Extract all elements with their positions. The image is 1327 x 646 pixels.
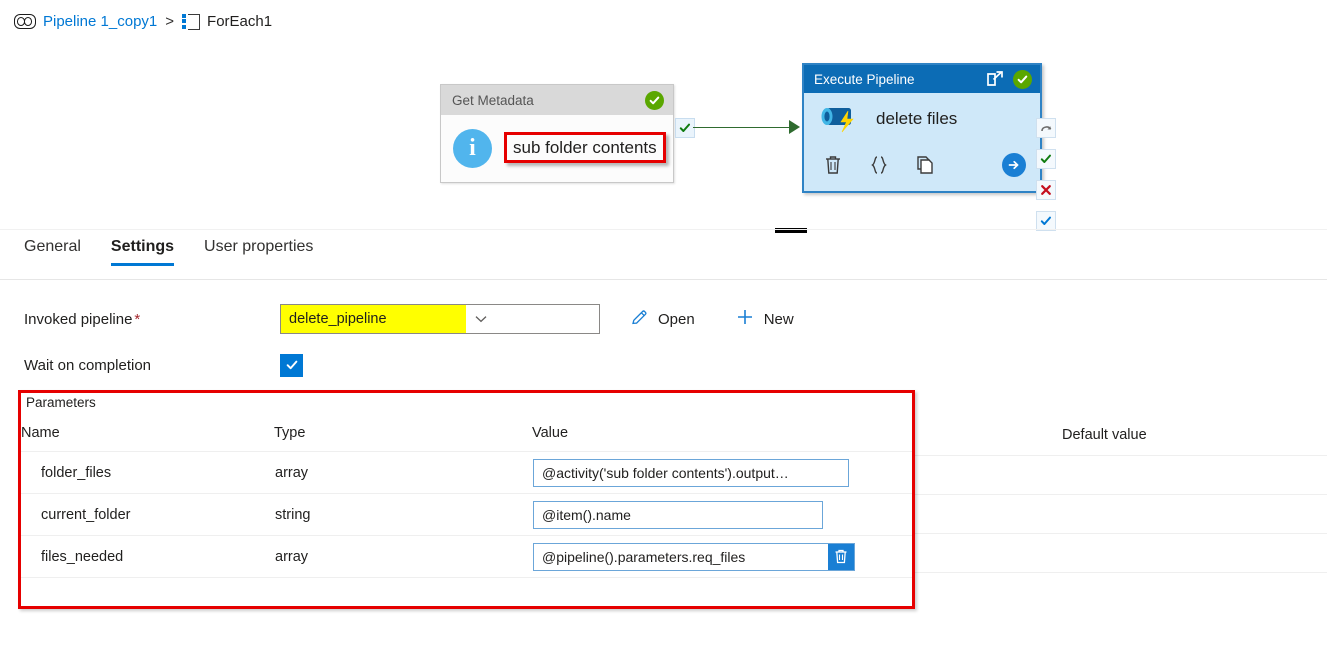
delete-parameter-button[interactable] (828, 543, 854, 570)
parameter-value-text: @activity('sub folder contents').output… (542, 464, 789, 481)
activity-card-get-metadata[interactable]: Get Metadata i sub folder contents (440, 84, 674, 183)
braces-icon[interactable] (869, 154, 889, 176)
parameter-name: current_folder (21, 493, 274, 536)
invoked-pipeline-label-text: Invoked pipeline (24, 310, 133, 328)
info-icon: i (453, 128, 492, 168)
parameter-value-input[interactable]: @activity('sub folder contents').output… (533, 458, 849, 487)
parameter-value-cell: @activity('sub folder contents').output… (532, 451, 912, 494)
canvas-divider (0, 229, 1327, 230)
trash-icon[interactable] (823, 154, 843, 176)
empty-cell-name (21, 578, 274, 624)
pipeline-canvas[interactable]: Get Metadata i sub folder contents Execu… (0, 46, 1327, 233)
parameter-type[interactable]: string (274, 493, 532, 536)
arrow-head-icon (789, 120, 800, 134)
open-in-new-icon[interactable] (985, 69, 1005, 89)
get-metadata-success-handle[interactable] (675, 118, 695, 138)
plus-icon (735, 307, 755, 331)
parameter-type[interactable]: array (274, 451, 532, 494)
parameters-caption: Parameters (26, 395, 96, 410)
get-metadata-body: i sub folder contents (441, 115, 673, 181)
parameter-value-text: @item().name (542, 506, 631, 523)
column-header-default-value: Default value (1062, 427, 1147, 443)
execute-pipeline-icon (818, 102, 862, 136)
parameter-value-input[interactable]: @item().name (533, 500, 823, 529)
column-header-name: Name (21, 417, 274, 452)
parameters-section: Parameters Name Type Value folder_files … (21, 393, 912, 606)
execute-pipeline-activity-name[interactable]: delete files (876, 109, 957, 129)
azure-data-factory-pipeline-editor: Pipeline 1_copy1 > ForEach1 Get Metadata… (0, 0, 1327, 646)
default-column-divider (915, 455, 1327, 456)
invoked-pipeline-value[interactable]: delete_pipeline (281, 305, 466, 333)
wait-on-completion-label: Wait on completion (24, 356, 152, 374)
parameters-header-row: Name Type Value (21, 417, 912, 452)
properties-tabs: General Settings User properties (0, 238, 1327, 280)
new-pipeline-button[interactable]: New (735, 307, 794, 331)
wait-on-completion-checkbox[interactable] (280, 353, 303, 377)
get-metadata-name-highlight: sub folder contents (504, 132, 666, 163)
activity-card-execute-pipeline[interactable]: Execute Pipeline delete files (802, 63, 1042, 193)
breadcrumb: Pipeline 1_copy1 > ForEach1 (14, 13, 272, 30)
parameter-type[interactable]: array (274, 535, 532, 578)
failure-handle[interactable] (1036, 180, 1056, 200)
chevron-down-icon[interactable] (466, 315, 496, 323)
execute-pipeline-footer (804, 145, 1040, 185)
invoked-pipeline-label: Invoked pipeline * (0, 311, 280, 328)
completion-handle[interactable] (1036, 211, 1056, 231)
empty-cell-type (274, 578, 532, 624)
connector-line[interactable] (693, 126, 793, 129)
required-marker: * (134, 310, 141, 328)
copy-icon[interactable] (915, 154, 935, 176)
parameter-name: folder_files (21, 451, 274, 494)
parameter-value-input[interactable]: @pipeline().parameters.req_files (533, 542, 855, 571)
wait-on-completion-row: Wait on completion (0, 342, 1327, 388)
parameter-value-text: @pipeline().parameters.req_files (542, 548, 746, 565)
table-row: current_folder string @item().name (21, 493, 912, 536)
get-metadata-header: Get Metadata (441, 85, 673, 115)
table-row-empty (21, 578, 912, 624)
breadcrumb-pipeline-link[interactable]: Pipeline 1_copy1 (43, 13, 157, 30)
success-handle[interactable] (1036, 149, 1056, 169)
invoked-pipeline-row: Invoked pipeline* delete_pipeline Open (0, 296, 1327, 342)
green-check-icon (645, 90, 664, 110)
column-header-value: Value (532, 417, 912, 452)
new-pipeline-label: New (763, 310, 794, 328)
open-pipeline-label: Open (658, 310, 695, 328)
get-metadata-activity-name[interactable]: sub folder contents (504, 132, 666, 163)
table-row: files_needed array @pipeline().parameter… (21, 535, 912, 578)
breadcrumb-current-activity: ForEach1 (207, 13, 273, 30)
arrow-right-circle-icon[interactable] (1002, 153, 1026, 177)
execute-pipeline-type-label: Execute Pipeline (814, 71, 915, 87)
green-check-icon (1013, 69, 1032, 89)
invoked-pipeline-dropdown[interactable]: delete_pipeline (280, 304, 600, 334)
tab-general[interactable]: General (24, 238, 81, 266)
foreach-icon (182, 13, 201, 30)
execute-pipeline-output-handles (1036, 118, 1056, 242)
tab-settings[interactable]: Settings (110, 238, 175, 266)
column-header-type: Type (274, 417, 532, 452)
skip-handle[interactable] (1036, 118, 1056, 138)
tab-user-properties[interactable]: User properties (204, 238, 313, 266)
execute-pipeline-body: delete files (804, 93, 1040, 145)
pencil-icon (630, 308, 649, 331)
empty-cell-value (532, 578, 912, 624)
default-column-divider (915, 572, 1327, 573)
default-column-divider (915, 533, 1327, 534)
table-row: folder_files array @activity('sub folder… (21, 451, 912, 494)
parameter-name: files_needed (21, 535, 274, 578)
default-column-divider (915, 494, 1327, 495)
execute-pipeline-header: Execute Pipeline (804, 65, 1040, 93)
tabs-underline (0, 279, 1327, 280)
parameter-value-cell: @item().name (532, 493, 912, 536)
pipeline-icon (14, 14, 36, 29)
settings-panel: Invoked pipeline* delete_pipeline Open (0, 296, 1327, 388)
parameter-value-cell: @pipeline().parameters.req_files (532, 535, 912, 578)
open-pipeline-button[interactable]: Open (630, 308, 695, 331)
get-metadata-type-label: Get Metadata (452, 92, 534, 108)
parameters-table: Name Type Value folder_files array @acti… (21, 417, 912, 623)
breadcrumb-separator: > (165, 13, 175, 30)
